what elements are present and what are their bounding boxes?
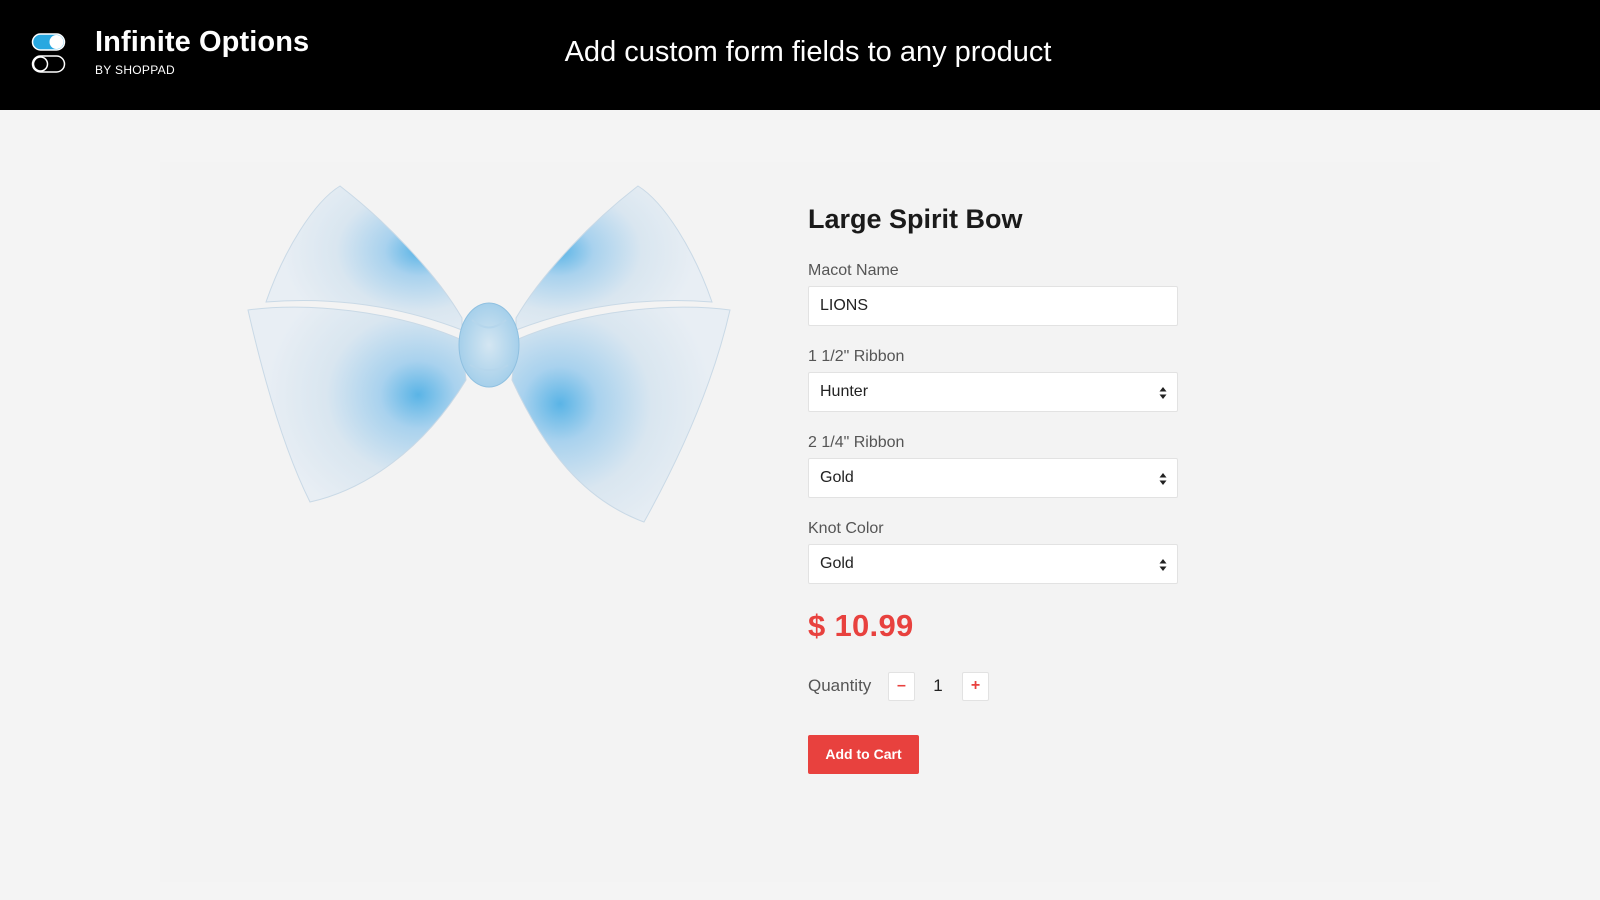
top-header: Infinite Options BY SHOPPAD Add custom f…: [0, 0, 1600, 110]
select-arrows-icon: [1159, 559, 1167, 571]
ribbon-1-1-2-value: Hunter: [820, 383, 869, 400]
knot-color-select[interactable]: Gold: [808, 544, 1178, 584]
quantity-increase-button[interactable]: +: [962, 672, 989, 701]
field-label-knot-color: Knot Color: [808, 520, 884, 537]
field-label-ribbon-1-1-2: 1 1/2" Ribbon: [808, 348, 905, 365]
ribbon-1-1-2-select[interactable]: Hunter: [808, 372, 1178, 412]
product-price: $ 10.99: [808, 608, 914, 643]
field-label-ribbon-2-1-4: 2 1/4" Ribbon: [808, 434, 905, 451]
add-to-cart-button[interactable]: Add to Cart: [808, 735, 919, 774]
product-title: Large Spirit Bow: [808, 204, 1023, 234]
macot-name-value: LIONS: [820, 297, 869, 314]
knot-color-value: Gold: [820, 555, 854, 572]
header-tagline: Add custom form fields to any product: [564, 36, 1052, 68]
select-arrows-icon: [1159, 473, 1167, 485]
ribbon-2-1-4-select[interactable]: Gold: [808, 458, 1178, 498]
quantity-decrease-button[interactable]: –: [888, 672, 915, 701]
quantity-label: Quantity: [808, 676, 872, 695]
ribbon-2-1-4-value: Gold: [820, 469, 854, 486]
select-arrows-icon: [1159, 387, 1167, 399]
quantity-value[interactable]: 1: [930, 676, 946, 696]
field-label-macot-name: Macot Name: [808, 262, 899, 279]
product-image-bow: [247, 185, 731, 523]
macot-name-input[interactable]: LIONS: [808, 286, 1178, 326]
